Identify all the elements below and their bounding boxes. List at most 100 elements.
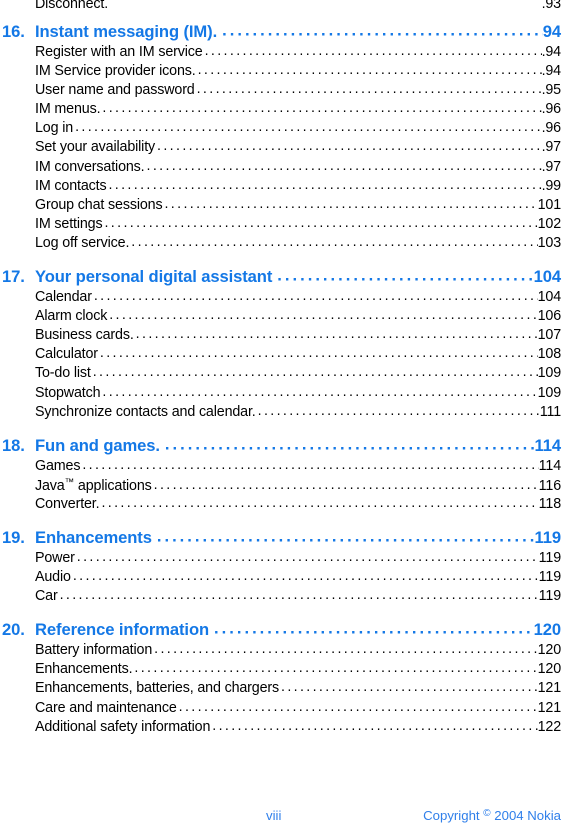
toc-entry[interactable]: Alarm clock.............................… bbox=[0, 307, 562, 327]
dot-leader: ........................................… bbox=[204, 43, 542, 59]
toc-chapter-number: 20. bbox=[2, 620, 25, 640]
toc-entry[interactable]: Business cards..........................… bbox=[0, 326, 562, 346]
toc-entry-page: .95 bbox=[541, 82, 562, 99]
dot-leader: ........................................… bbox=[222, 20, 543, 40]
continued-entry-clip: Disconnect. .93 bbox=[0, 0, 562, 18]
dot-leader: ........................................… bbox=[109, 307, 537, 324]
toc-entry-label: Power bbox=[35, 549, 75, 566]
toc-entry[interactable]: Enhancements, batteries, and chargers...… bbox=[0, 679, 562, 699]
toc-entry-label: User name and password bbox=[35, 82, 195, 99]
toc-entry[interactable]: Register with an IM service.............… bbox=[0, 43, 562, 63]
dot-leader: ........................................… bbox=[108, 176, 541, 193]
toc-entry[interactable]: IM contacts.............................… bbox=[0, 176, 562, 197]
dot-leader: ........................................… bbox=[72, 568, 539, 585]
toc-chapter-heading[interactable]: 16. Instant messaging (IM)...............… bbox=[0, 20, 562, 44]
toc-entry[interactable]: IM menus................................… bbox=[0, 100, 562, 120]
toc-entry-page: .97 bbox=[541, 139, 562, 156]
toc-entry[interactable]: To-do list..............................… bbox=[0, 364, 562, 384]
toc-entry[interactable]: IM conversations........................… bbox=[0, 157, 562, 178]
toc-entry-label: Enhancements, batteries, and chargers bbox=[35, 680, 279, 697]
toc-entry-page: 114 bbox=[538, 457, 561, 474]
toc-entry[interactable]: Log off service.........................… bbox=[0, 234, 562, 254]
toc-entry-page: 119 bbox=[538, 549, 561, 566]
copyright-notice: Copyright © 2004 Nokia bbox=[423, 808, 561, 823]
dot-leader: ........................................… bbox=[154, 641, 537, 658]
page-footer: viii Copyright © 2004 Nokia bbox=[0, 808, 562, 828]
dot-leader: ........................................… bbox=[156, 526, 535, 546]
toc-entry-page: .96 bbox=[541, 101, 562, 118]
toc-entry-label: Battery information bbox=[35, 642, 153, 659]
toc-entry-label: Java™ applications bbox=[35, 477, 152, 494]
toc-entry-label: IM contacts bbox=[35, 177, 107, 194]
toc-entry-page: 120 bbox=[537, 642, 562, 659]
toc-entry-page: 119 bbox=[538, 569, 561, 586]
toc-entry-page: .97 bbox=[541, 158, 562, 175]
toc-entry[interactable]: Additional safety information...........… bbox=[0, 718, 562, 738]
toc-entry-page: .94 bbox=[541, 63, 562, 80]
toc-entry[interactable]: Java™ applications......................… bbox=[0, 477, 562, 496]
toc-entry-label-suffix: applications bbox=[74, 477, 152, 494]
toc-entry[interactable]: Games...................................… bbox=[0, 457, 562, 477]
dot-leader: ........................................… bbox=[157, 138, 542, 155]
toc-entry-page: 119 bbox=[538, 588, 561, 605]
toc-entry-page: 121 bbox=[537, 699, 562, 716]
toc-chapter-page: 104 bbox=[533, 267, 561, 287]
dot-leader: ........................................… bbox=[178, 698, 538, 715]
toc-entry-label: Log in bbox=[35, 120, 74, 137]
toc-entry-label: Audio bbox=[35, 569, 71, 586]
toc-entry-label: IM menus. bbox=[35, 101, 101, 118]
toc-entry-label: Calendar bbox=[35, 289, 92, 306]
toc-entry-label: Calculator bbox=[35, 346, 98, 363]
dot-leader: ........................................… bbox=[75, 119, 542, 136]
toc-entry-page: 108 bbox=[537, 346, 562, 363]
toc-entry[interactable]: IM settings.............................… bbox=[0, 215, 562, 235]
toc-entry-label: Converter. bbox=[35, 495, 100, 512]
trademark-icon: ™ bbox=[64, 476, 75, 488]
toc-entry[interactable]: IM Service provider icons...............… bbox=[0, 62, 562, 82]
dot-leader: ........................................… bbox=[134, 660, 537, 677]
dot-leader: ........................................… bbox=[93, 288, 538, 305]
toc-entry[interactable]: Audio...................................… bbox=[0, 568, 562, 588]
toc-entry[interactable]: Stopwatch...............................… bbox=[0, 383, 562, 404]
dot-leader: ........................................… bbox=[101, 494, 538, 511]
dot-leader: ........................................… bbox=[102, 383, 537, 400]
toc-entry-label: Games bbox=[35, 457, 81, 474]
toc-entry[interactable]: Enhancements............................… bbox=[0, 660, 562, 680]
toc-entry-page: 116 bbox=[538, 477, 561, 494]
toc-entry[interactable]: Calculator..............................… bbox=[0, 345, 562, 365]
toc-chapter-heading[interactable]: 20. Reference information................… bbox=[0, 619, 562, 642]
toc-entry[interactable]: User name and password..................… bbox=[0, 81, 562, 101]
toc-entry[interactable]: Log in..................................… bbox=[0, 119, 562, 139]
toc-entry-page: .93 bbox=[541, 0, 562, 12]
toc-entry[interactable]: Battery information.....................… bbox=[0, 641, 562, 661]
toc-entry[interactable]: Converter...............................… bbox=[0, 494, 562, 515]
dot-leader: ........................................… bbox=[257, 402, 540, 419]
toc-chapter-title: Instant messaging (IM). bbox=[35, 22, 218, 41]
dot-leader: ........................................… bbox=[76, 548, 539, 565]
toc-entry[interactable]: Group chat sessions.....................… bbox=[0, 196, 562, 216]
toc-entry[interactable]: Set your availability...................… bbox=[0, 138, 562, 158]
toc-entry[interactable]: Calendar................................… bbox=[0, 288, 562, 308]
dot-leader: ........................................… bbox=[146, 157, 542, 174]
toc-entry-continued[interactable]: Disconnect. .93 bbox=[0, 0, 562, 15]
toc-entry-label: Group chat sessions bbox=[35, 196, 163, 213]
toc-entry-label: Care and maintenance bbox=[35, 699, 177, 716]
toc-entry[interactable]: Care and maintenance....................… bbox=[0, 698, 562, 719]
toc-entry[interactable]: Car.....................................… bbox=[0, 587, 562, 607]
toc-chapter-heading[interactable]: 19. Enhancements.........................… bbox=[0, 526, 562, 550]
toc-chapter-number: 19. bbox=[2, 527, 25, 547]
toc-entry-label: Set your availability bbox=[35, 139, 156, 156]
toc-chapter-heading[interactable]: 17. Your personal digital assistant......… bbox=[0, 266, 562, 289]
toc-chapter-heading[interactable]: 18. Fun and games........................… bbox=[0, 434, 562, 458]
toc-entry-label: Business cards. bbox=[35, 327, 134, 344]
toc-entry[interactable]: Power...................................… bbox=[0, 548, 562, 569]
dot-leader: ........................................… bbox=[196, 81, 542, 98]
toc-entry-page: 106 bbox=[537, 308, 562, 325]
toc-page: Disconnect. .93 16. Instant messaging (IM… bbox=[0, 0, 562, 838]
toc-entry-page: 120 bbox=[537, 661, 562, 678]
toc-entry[interactable]: Synchronize contacts and calendar.......… bbox=[0, 402, 562, 423]
toc-chapter-title: Enhancements bbox=[35, 527, 152, 547]
toc-chapter-title: Reference information bbox=[35, 620, 210, 640]
dot-leader: ........................................… bbox=[135, 326, 538, 343]
copyright-suffix: 2004 Nokia bbox=[490, 808, 561, 823]
